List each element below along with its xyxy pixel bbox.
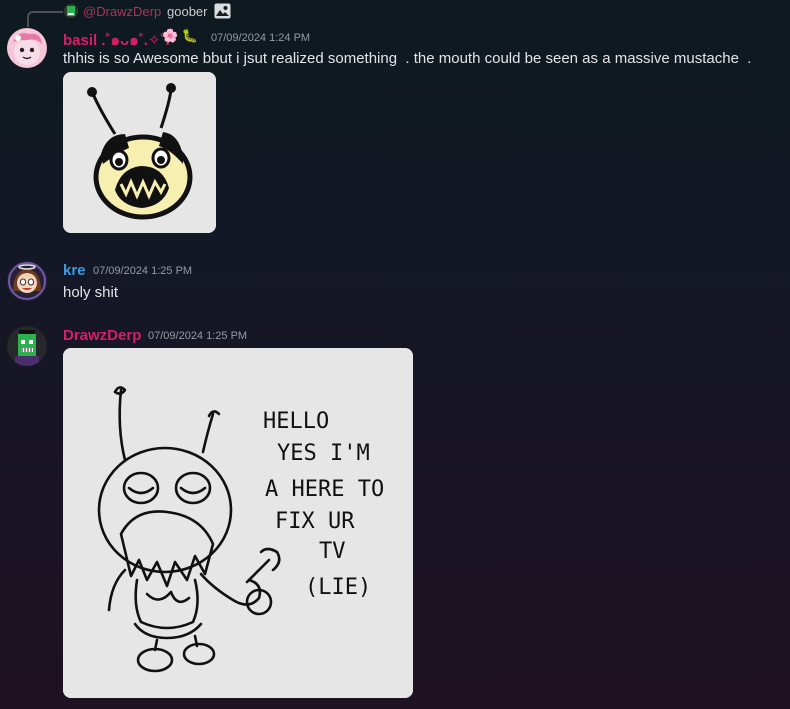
username-basil[interactable]: basil .˚๑ᴗ๑˚.✧˚. [63, 28, 170, 52]
message-text: thhis is so Awesome bbut i jsut realized… [63, 50, 752, 67]
reply-avatar[interactable] [64, 4, 78, 18]
message-timestamp[interactable]: 07/09/2024 1:24 PM [211, 32, 310, 44]
image-attachment[interactable]: HELLO YES I'M A HERE TO FIX UR TV (LIE) [63, 348, 413, 698]
message-text: holy shit [63, 284, 119, 301]
reply-preview-text[interactable]: goober [167, 4, 207, 19]
message-timestamp[interactable]: 07/09/2024 1:25 PM [93, 265, 192, 277]
image-icon [214, 3, 231, 19]
avatar-kre[interactable] [7, 261, 47, 301]
avatar-basil[interactable] [7, 28, 47, 68]
image-attachment[interactable] [63, 72, 216, 233]
drawing-text-line: TV [319, 539, 346, 564]
drawing-text-line: (LIE) [305, 575, 371, 600]
username-emoji: 🌸 🐛 [162, 28, 198, 43]
drawing-text-line: A HERE TO [265, 477, 384, 502]
username-drawzderp[interactable]: DrawzDerp [63, 327, 141, 344]
drawing-text-line: YES I'M [277, 441, 370, 466]
message-timestamp[interactable]: 07/09/2024 1:25 PM [148, 330, 247, 342]
avatar-drawzderp[interactable] [7, 326, 47, 366]
username-kre[interactable]: kre [63, 262, 86, 279]
reply-username[interactable]: @DrawzDerp [83, 4, 161, 19]
drawing-text-line: FIX UR [275, 509, 355, 534]
drawing-text-line: HELLO [263, 409, 329, 434]
reply-connector [27, 11, 63, 27]
